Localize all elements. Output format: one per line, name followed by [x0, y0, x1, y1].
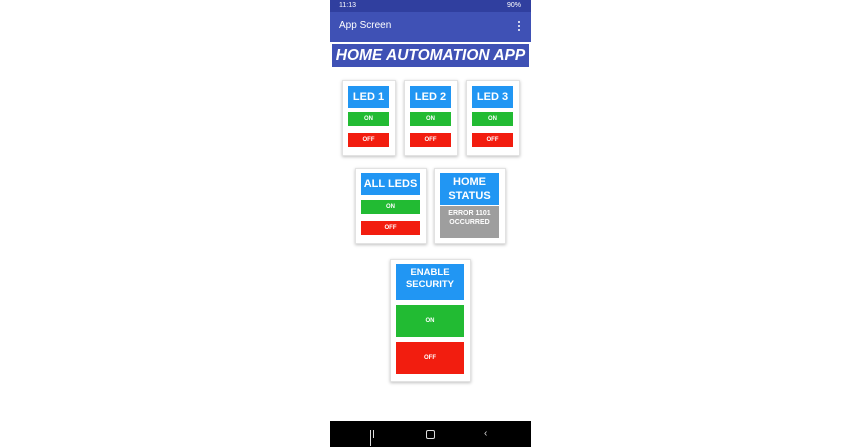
all-leds-off-button[interactable]: OFF [361, 221, 420, 235]
home-status-title: HOME STATUS [440, 173, 499, 205]
led2-card: LED 2 ON OFF [404, 80, 458, 156]
home-status-message-line2: OCCURRED [449, 219, 490, 226]
security-on-button[interactable]: ON [396, 305, 464, 337]
led3-card: LED 3 ON OFF [466, 80, 520, 156]
status-bar: 11:13 90% [330, 0, 531, 12]
security-title-line1: ENABLE [410, 267, 450, 278]
led1-on-button[interactable]: ON [348, 112, 389, 126]
led3-title: LED 3 [472, 86, 513, 108]
security-title: ENABLE SECURITY [396, 264, 464, 300]
security-off-button[interactable]: OFF [396, 342, 464, 374]
led1-card: LED 1 ON OFF [342, 80, 396, 156]
recent-apps-icon[interactable] [370, 430, 378, 446]
led2-title: LED 2 [410, 86, 451, 108]
home-status-card: HOME STATUS ERROR 1101 OCCURRED [434, 168, 506, 244]
led2-off-button[interactable]: OFF [410, 133, 451, 147]
home-status-title-line2: STATUS [448, 190, 491, 202]
back-icon[interactable]: ‹ [484, 429, 487, 439]
led3-on-button[interactable]: ON [472, 112, 513, 126]
home-icon[interactable] [426, 430, 435, 439]
overflow-menu-icon[interactable] [515, 19, 523, 33]
led2-on-button[interactable]: ON [410, 112, 451, 126]
all-leds-card: ALL LEDS ON OFF [355, 168, 427, 244]
security-title-line2: SECURITY [405, 279, 455, 290]
led1-title: LED 1 [348, 86, 389, 108]
led3-off-button[interactable]: OFF [472, 133, 513, 147]
all-leds-title: ALL LEDS [361, 173, 420, 195]
all-leds-on-button[interactable]: ON [361, 200, 420, 214]
app-bar: App Screen [330, 12, 531, 42]
battery-level: 90% [506, 2, 521, 9]
phone-screen: 11:13 90% App Screen HOME AUTOMATION APP… [330, 0, 531, 447]
app-banner: HOME AUTOMATION APP [332, 44, 529, 67]
home-status-message-line1: ERROR 1101 [448, 210, 491, 217]
led1-off-button[interactable]: OFF [348, 133, 389, 147]
home-status-message: ERROR 1101 OCCURRED [440, 206, 499, 238]
security-card: ENABLE SECURITY ON OFF [390, 259, 471, 382]
status-time: 11:13 [339, 2, 356, 9]
home-status-title-line1: HOME [453, 176, 486, 188]
navigation-bar: ‹ [330, 421, 531, 447]
app-title: App Screen [339, 20, 392, 31]
